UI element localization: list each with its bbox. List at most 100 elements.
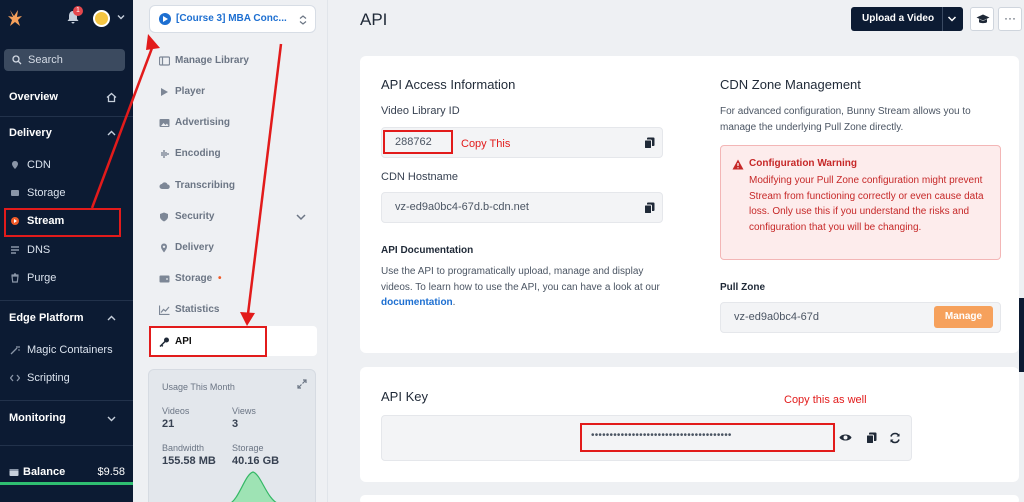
subnav-item-storage[interactable]: Storage • [159, 271, 222, 287]
sidebar-item-dns[interactable]: DNS [10, 242, 50, 258]
sidebar-item-cdn[interactable]: CDN [10, 157, 51, 173]
doc-tail: . [452, 297, 456, 308]
warning-title: Configuration Warning [749, 158, 857, 169]
sidebar-item-purge[interactable]: Purge [10, 270, 56, 286]
api-documentation-text: Use the API to programatically upload, m… [381, 264, 671, 311]
copy-icon[interactable] [866, 432, 877, 444]
section-monitoring[interactable]: Monitoring [9, 412, 66, 424]
sidebar-item-magic-containers[interactable]: Magic Containers [10, 342, 113, 358]
subnav-item-statistics[interactable]: Statistics [159, 302, 219, 318]
bunny-logo-icon[interactable] [6, 8, 26, 28]
search-icon [12, 55, 22, 65]
balance[interactable]: Balance $9.58 [9, 466, 125, 478]
chevron-down-icon[interactable] [947, 15, 957, 23]
subnav-item-label: Security [175, 211, 215, 222]
chevron-updown-icon [299, 15, 307, 25]
trash-icon [11, 273, 19, 283]
sidebar-item-storage[interactable]: Storage [10, 185, 66, 201]
library-selector-label: [Course 3] MBA Conc... [176, 13, 287, 24]
expand-icon[interactable] [297, 379, 307, 389]
notification-badge: 1 [73, 6, 83, 16]
api-access-title: API Access Information [381, 77, 516, 92]
chevron-down-icon[interactable] [295, 212, 307, 222]
subnav-item-label: Manage Library [175, 55, 249, 66]
documentation-link[interactable]: documentation [381, 297, 453, 308]
divider [942, 7, 943, 31]
subnav-item-label: Transcribing [175, 180, 236, 191]
divider [0, 300, 133, 301]
subnav-item-encoding[interactable]: Encoding [159, 146, 221, 162]
search-input[interactable]: Search [4, 49, 125, 71]
sidebar-item-label: Scripting [27, 372, 70, 384]
hostname-label: CDN Hostname [381, 171, 459, 183]
sidebar-item-scripting[interactable]: Scripting [10, 370, 70, 386]
chevron-up-icon[interactable] [106, 313, 117, 324]
subnav-item-label: Storage [175, 273, 213, 284]
library-id-label: Video Library ID [381, 105, 460, 117]
annotation-box-stream [4, 208, 121, 237]
waveform-icon [161, 150, 169, 158]
pull-zone-value: vz-ed9a0bc4-67d [734, 311, 820, 323]
usage-storage-label: Storage [232, 443, 264, 453]
hostname-value: vz-ed9a0bc4-67d.b-cdn.net [395, 201, 529, 213]
refresh-icon[interactable] [889, 432, 901, 444]
annotation-box-library-id [383, 130, 453, 154]
chevron-down-icon[interactable] [116, 12, 126, 22]
warning-text: Modifying your Pull Zone configuration m… [749, 175, 984, 233]
pull-zone-label: Pull Zone [720, 282, 765, 293]
graduation-cap-icon [976, 14, 990, 24]
usage-bandwidth-label: Bandwidth [162, 443, 205, 453]
tutorial-button[interactable] [970, 7, 994, 31]
usage-storage-value: 40.16 GB [232, 455, 280, 467]
annotation-box-api [149, 326, 267, 357]
upload-video-button[interactable]: Upload a Video [851, 7, 963, 31]
subnav-item-delivery[interactable]: Delivery [159, 240, 214, 256]
usage-sparkline [230, 471, 277, 502]
next-card [360, 495, 1019, 502]
sidebar-item-label: CDN [27, 159, 51, 171]
sidebar-item-label: DNS [27, 244, 51, 256]
section-delivery[interactable]: Delivery [9, 127, 52, 139]
subnav-item-security[interactable]: Security [159, 209, 214, 225]
more-options-button[interactable]: ··· [998, 7, 1022, 31]
configuration-warning: Configuration Warning Modifying your Pul… [720, 145, 1001, 260]
search-placeholder: Search [28, 54, 63, 66]
balance-value: $9.58 [97, 466, 125, 478]
divider [0, 400, 133, 401]
storage-icon [11, 190, 19, 196]
section-overview[interactable]: Overview [9, 91, 58, 103]
annotation-copy-this: Copy This [461, 138, 511, 150]
annotation-copy-this-as-well: Copy this as well [784, 394, 867, 406]
api-key-title: API Key [381, 389, 428, 404]
chevron-down-icon[interactable] [106, 413, 117, 424]
subnav-item-player[interactable]: Player [159, 84, 205, 100]
section-edge-platform[interactable]: Edge Platform [9, 312, 84, 324]
shield-icon [160, 212, 168, 222]
eye-icon[interactable] [839, 432, 852, 443]
dns-icon [11, 246, 19, 254]
page-title: API [360, 10, 388, 29]
library-selector[interactable]: [Course 3] MBA Conc... [149, 5, 316, 33]
manage-button[interactable]: Manage [934, 306, 993, 328]
code-icon [10, 374, 20, 382]
cdn-zone-description: For advanced configuration, Bunny Stream… [720, 106, 971, 133]
hostname-field[interactable]: vz-ed9a0bc4-67d.b-cdn.net [381, 192, 663, 223]
chevron-up-icon[interactable] [106, 128, 117, 139]
subnav-item-advertising[interactable]: Advertising [159, 115, 230, 131]
copy-icon[interactable] [644, 202, 655, 214]
line-chart-icon [159, 305, 170, 315]
copy-icon[interactable] [644, 137, 655, 149]
location-pin-icon [161, 243, 167, 253]
play-icon [161, 88, 168, 96]
avatar[interactable] [93, 10, 110, 27]
subnav-item-manage-library[interactable]: Manage Library [159, 53, 249, 69]
subnav-item-label: Encoding [175, 148, 221, 159]
home-icon[interactable] [106, 92, 117, 103]
subnav-item-label: Advertising [175, 117, 231, 128]
subnav-item-transcribing[interactable]: Transcribing [159, 178, 235, 194]
play-icon [159, 13, 171, 25]
wallet-icon [9, 469, 19, 476]
library-icon [159, 56, 170, 66]
annotation-box-api-key [580, 423, 835, 452]
sidebar-item-label: Magic Containers [27, 344, 113, 356]
